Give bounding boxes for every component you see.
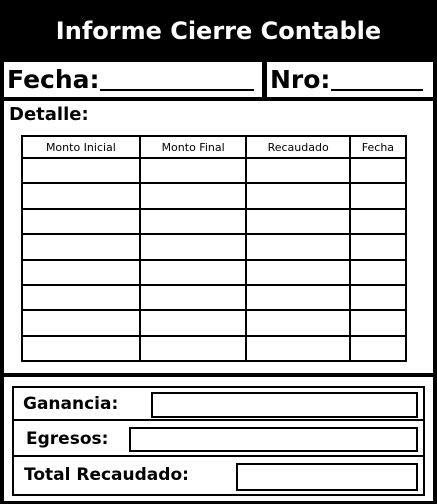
ganancia-field[interactable] xyxy=(151,392,418,418)
table-cell[interactable] xyxy=(21,309,141,337)
summary-section: Ganancia: Egresos: Total Recaudado: xyxy=(4,377,433,501)
table-cell[interactable] xyxy=(245,182,351,210)
nro-section: Nro: xyxy=(267,62,433,97)
table-cell[interactable] xyxy=(245,334,351,363)
table-cell[interactable] xyxy=(21,156,141,185)
table-cell[interactable] xyxy=(138,334,248,363)
table-cell[interactable] xyxy=(245,258,351,286)
table-cell[interactable] xyxy=(245,309,351,337)
table-cell[interactable] xyxy=(21,283,141,312)
table-cell[interactable] xyxy=(138,156,248,185)
table-cell[interactable] xyxy=(245,233,351,261)
table-row xyxy=(21,233,408,261)
column-header-fecha: Fecha xyxy=(348,135,408,159)
column-header-monto-final: Monto Final xyxy=(138,135,248,159)
table-cell[interactable] xyxy=(138,258,248,286)
table-cell[interactable] xyxy=(21,258,141,286)
table-cell[interactable] xyxy=(348,309,408,337)
table-cell[interactable] xyxy=(245,156,351,185)
egresos-label: Egresos: xyxy=(26,429,109,449)
total-recaudado-field[interactable] xyxy=(236,463,418,491)
detalle-section: Detalle: Monto Inicial Monto Final Recau… xyxy=(4,101,433,373)
table-row xyxy=(21,258,408,286)
fecha-label: Fecha: xyxy=(7,65,100,94)
table-cell[interactable] xyxy=(245,207,351,236)
table-row xyxy=(21,283,408,312)
table-row xyxy=(21,309,408,337)
table-cell[interactable] xyxy=(245,283,351,312)
table-cell[interactable] xyxy=(138,309,248,337)
table-cell[interactable] xyxy=(348,233,408,261)
table-cell[interactable] xyxy=(348,156,408,185)
table-cell[interactable] xyxy=(21,233,141,261)
table-header-row: Monto Inicial Monto Final Recaudado Fech… xyxy=(21,135,408,159)
table-cell[interactable] xyxy=(348,283,408,312)
table-cell[interactable] xyxy=(21,334,141,363)
egresos-field[interactable] xyxy=(129,427,418,452)
fecha-section: Fecha: xyxy=(4,62,262,97)
table-cell[interactable] xyxy=(138,233,248,261)
table-cell[interactable] xyxy=(138,283,248,312)
table-cell[interactable] xyxy=(348,207,408,236)
table-row xyxy=(21,182,408,210)
detalle-table: Monto Inicial Monto Final Recaudado Fech… xyxy=(21,135,408,363)
ganancia-label: Ganancia: xyxy=(23,394,119,414)
detalle-label: Detalle: xyxy=(9,104,89,125)
table-cell[interactable] xyxy=(348,334,408,363)
total-recaudado-label: Total Recaudado: xyxy=(24,465,189,485)
column-header-recaudado: Recaudado xyxy=(245,135,351,159)
table-cell[interactable] xyxy=(348,182,408,210)
nro-label: Nro: xyxy=(270,65,331,94)
ganancia-row: Ganancia: xyxy=(14,388,423,421)
column-header-monto-inicial: Monto Inicial xyxy=(21,135,141,159)
table-cell[interactable] xyxy=(138,207,248,236)
fecha-field-line[interactable] xyxy=(100,89,254,91)
form-title: Informe Cierre Contable xyxy=(55,17,382,45)
egresos-row: Egresos: xyxy=(14,421,423,457)
table-cell[interactable] xyxy=(348,258,408,286)
total-recaudado-row: Total Recaudado: xyxy=(14,457,423,494)
table-cell[interactable] xyxy=(21,182,141,210)
table-cell[interactable] xyxy=(21,207,141,236)
table-row xyxy=(21,156,408,185)
summary-frame: Ganancia: Egresos: Total Recaudado: xyxy=(12,386,425,496)
table-cell[interactable] xyxy=(138,182,248,210)
nro-field-line[interactable] xyxy=(331,89,423,91)
table-row xyxy=(21,334,408,363)
table-row xyxy=(21,207,408,236)
